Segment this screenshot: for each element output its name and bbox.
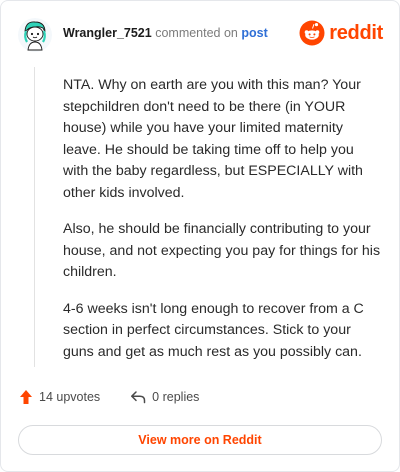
avatar-icon: [18, 18, 52, 52]
reply-count: 0 replies: [152, 390, 200, 404]
reddit-brand[interactable]: reddit: [299, 20, 383, 46]
reddit-wordmark: reddit: [329, 21, 383, 44]
view-more-label: View more on Reddit: [138, 433, 262, 447]
comment-header: Wrangler_7521 commented on post: [63, 26, 268, 40]
reply-arrow-icon: [131, 391, 146, 404]
comment-body: NTA. Why on earth are you with this man?…: [63, 75, 381, 378]
upvote-arrow-icon: [20, 390, 32, 404]
upvote-count: 14 upvotes: [39, 390, 101, 404]
comment-actions: 14 upvotes 0 replies: [19, 389, 199, 405]
avatar[interactable]: [17, 17, 53, 53]
post-link[interactable]: post: [241, 26, 267, 40]
comment-paragraph: NTA. Why on earth are you with this man?…: [63, 77, 363, 201]
comment-paragraph: Also, he should be financially contribut…: [63, 221, 381, 280]
comment-paragraph: 4-6 weeks isn't long enough to recover f…: [63, 300, 364, 360]
reddit-logo-icon: [299, 20, 325, 46]
comment-embed-card: Wrangler_7521 commented on post reddit N…: [0, 0, 400, 472]
upvote-button[interactable]: 14 upvotes: [19, 389, 100, 405]
replies-button[interactable]: 0 replies: [130, 390, 199, 404]
thread-line: [34, 67, 35, 367]
action-text: commented on: [155, 26, 238, 40]
view-more-button[interactable]: View more on Reddit: [18, 425, 382, 455]
username-link[interactable]: Wrangler_7521: [63, 26, 152, 40]
